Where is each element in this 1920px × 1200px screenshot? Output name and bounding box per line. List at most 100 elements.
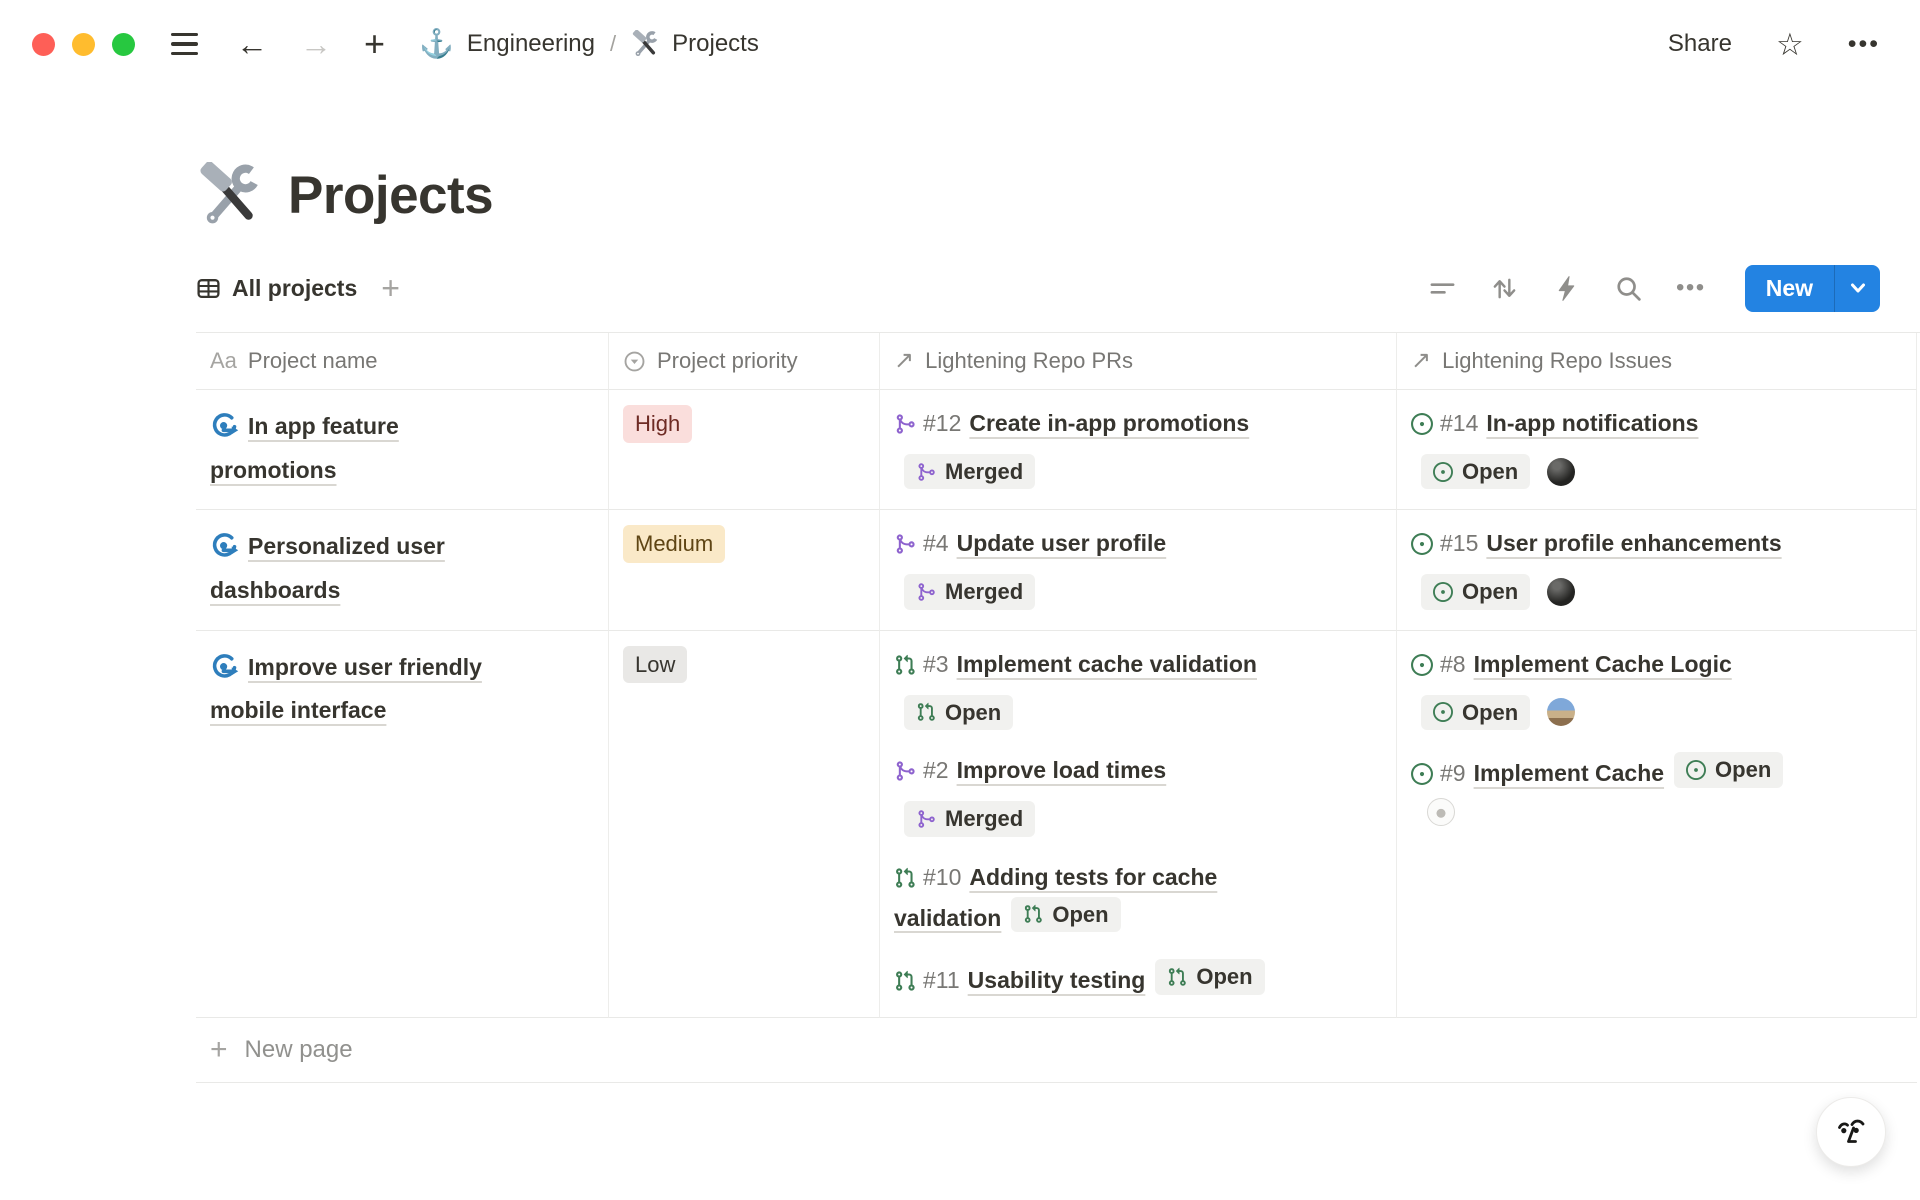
arrow-up-right-icon: ↗ xyxy=(1411,349,1431,373)
issue-open-icon xyxy=(1411,533,1433,555)
breadcrumb-page[interactable]: Projects xyxy=(672,30,759,58)
column-header-label: Project priority xyxy=(657,348,798,374)
new-tab-icon[interactable]: + xyxy=(364,26,385,62)
ai-assistant-button[interactable] xyxy=(1816,1097,1886,1167)
table-row-2-priority-cell[interactable]: Medium xyxy=(609,510,880,630)
project-page-link[interactable]: Improve user friendly mobile interface xyxy=(210,646,510,733)
column-header-repo-issues[interactable]: ↗ Lightening Repo Issues xyxy=(1397,333,1917,390)
table-row-3-priority-cell[interactable]: Low xyxy=(609,631,880,1018)
table-row-3-issues-cell: #8 Implement Cache Logic Open #9Implement… xyxy=(1397,631,1917,1018)
arrow-up-right-icon: ↗ xyxy=(894,349,914,373)
issue-title: Implement Cache Logic xyxy=(1474,651,1732,677)
table-row-2-prs-cell: #4Update user profile Merged xyxy=(880,510,1397,630)
pr-number: #11 xyxy=(923,967,960,993)
issue-mention[interactable]: #14In-app notifications Open xyxy=(1411,405,1821,489)
git-merge-icon xyxy=(894,413,916,435)
favorite-star-icon[interactable]: ☆ xyxy=(1776,29,1804,60)
issue-number: #14 xyxy=(1440,410,1478,436)
issue-status-badge[interactable]: Open xyxy=(1421,574,1530,610)
project-name: Personalized user dashboards xyxy=(210,533,445,603)
table-row-3-prs-cell: #3Implement cache validation Open #2Impr… xyxy=(880,631,1397,1018)
table-row-3-name-cell: Improve user friendly mobile interface xyxy=(196,631,609,1018)
view-tab-all-projects[interactable]: All projects xyxy=(196,275,357,302)
database-toolbar: All projects + ••• New xyxy=(196,264,1880,312)
automations-lightning-icon[interactable] xyxy=(1552,274,1581,303)
new-button-dropdown[interactable] xyxy=(1834,265,1880,312)
git-merge-icon xyxy=(916,462,936,482)
pr-mention[interactable]: #12Create in-app promotions Merged xyxy=(894,405,1304,489)
project-page-link[interactable]: Personalized user dashboards xyxy=(210,525,510,612)
column-header-label: Lightening Repo Issues xyxy=(1442,348,1672,374)
issue-mention[interactable]: #8 Implement Cache Logic Open xyxy=(1411,646,1821,730)
pr-mention[interactable]: #2Improve load times Merged xyxy=(894,752,1304,836)
issue-status-badge[interactable]: Open xyxy=(1421,695,1530,731)
filter-icon[interactable] xyxy=(1428,274,1457,303)
issue-number: #15 xyxy=(1440,530,1478,556)
window-minimize-button[interactable] xyxy=(72,33,95,56)
ai-face-icon xyxy=(1831,1112,1871,1152)
table-row-2-name-cell: Personalized user dashboards xyxy=(196,510,609,630)
git-merge-icon xyxy=(916,582,936,602)
new-button[interactable]: New xyxy=(1745,265,1880,312)
priority-tag-medium[interactable]: Medium xyxy=(623,525,725,563)
priority-tag-low[interactable]: Low xyxy=(623,646,687,684)
window-zoom-button[interactable] xyxy=(112,33,135,56)
pr-mention[interactable]: #10Adding tests for cache validationOpen xyxy=(894,859,1304,938)
git-pull-request-icon xyxy=(1167,967,1187,987)
pr-mention[interactable]: #4Update user profile Merged xyxy=(894,525,1304,609)
issue-open-icon xyxy=(1433,582,1453,602)
pr-status-label: Merged xyxy=(945,458,1023,486)
sort-icon[interactable] xyxy=(1490,274,1519,303)
window-topbar: ← → + ⚓ Engineering / Projects Share ☆ •… xyxy=(0,0,1920,88)
column-header-repo-prs[interactable]: ↗ Lightening Repo PRs xyxy=(880,333,1397,390)
traffic-lights xyxy=(32,33,135,56)
sidebar-menu-icon[interactable] xyxy=(171,33,198,55)
pr-status-badge[interactable]: Open xyxy=(1011,897,1120,933)
pr-status-badge[interactable]: Open xyxy=(904,695,1013,731)
pr-mention[interactable]: #11Usability testingOpen xyxy=(894,959,1304,1000)
pr-status-label: Open xyxy=(1196,963,1252,991)
issue-mention[interactable]: #9Implement CacheOpen xyxy=(1411,752,1821,831)
issue-status-badge[interactable]: Open xyxy=(1421,454,1530,490)
more-options-icon[interactable]: ••• xyxy=(1848,32,1880,57)
page-icon-hammer-wrench[interactable] xyxy=(196,162,262,228)
pr-status-badge[interactable]: Open xyxy=(1155,959,1264,995)
git-pull-request-icon xyxy=(894,867,916,889)
pr-status-badge[interactable]: Merged xyxy=(904,574,1035,610)
pr-number: #2 xyxy=(923,757,949,783)
new-page-label: New page xyxy=(245,1036,353,1064)
issue-number: #9 xyxy=(1440,760,1466,786)
column-header-project-priority[interactable]: Project priority xyxy=(609,333,880,390)
git-merge-icon xyxy=(916,809,936,829)
forward-icon[interactable]: → xyxy=(300,28,332,60)
issue-open-icon xyxy=(1411,413,1433,435)
issue-mention[interactable]: #15 User profile enhancements Open xyxy=(1411,525,1821,609)
issue-number: #8 xyxy=(1440,651,1466,677)
breadcrumb-space[interactable]: Engineering xyxy=(467,30,595,58)
window-close-button[interactable] xyxy=(32,33,55,56)
new-page-row[interactable]: + New page xyxy=(196,1018,1917,1083)
priority-tag-high[interactable]: High xyxy=(623,405,692,443)
cycle-project-icon xyxy=(210,653,239,682)
page-title[interactable]: Projects xyxy=(288,165,493,226)
issue-title: User profile enhancements xyxy=(1486,530,1781,556)
column-header-project-name[interactable]: Aa Project name xyxy=(196,333,609,390)
anchor-icon: ⚓ xyxy=(419,30,454,58)
cycle-project-icon xyxy=(210,532,239,561)
new-button-label[interactable]: New xyxy=(1745,265,1834,312)
pr-status-badge[interactable]: Merged xyxy=(904,454,1035,490)
back-icon[interactable]: ← xyxy=(236,28,268,60)
pr-status-badge[interactable]: Merged xyxy=(904,801,1035,837)
add-view-button[interactable]: + xyxy=(381,270,400,307)
pr-mention[interactable]: #3Implement cache validation Open xyxy=(894,646,1304,730)
issue-status-badge[interactable]: Open xyxy=(1674,752,1783,788)
project-page-link[interactable]: In app feature promotions xyxy=(210,405,510,492)
search-icon[interactable] xyxy=(1614,274,1643,303)
table-row-1-priority-cell[interactable]: High xyxy=(609,390,880,510)
view-controls: ••• New xyxy=(1428,265,1880,312)
issue-open-icon xyxy=(1686,760,1706,780)
column-header-label: Lightening Repo PRs xyxy=(925,348,1133,374)
git-pull-request-icon xyxy=(894,654,916,676)
view-more-options-icon[interactable]: ••• xyxy=(1676,274,1706,302)
share-button[interactable]: Share xyxy=(1668,30,1732,58)
